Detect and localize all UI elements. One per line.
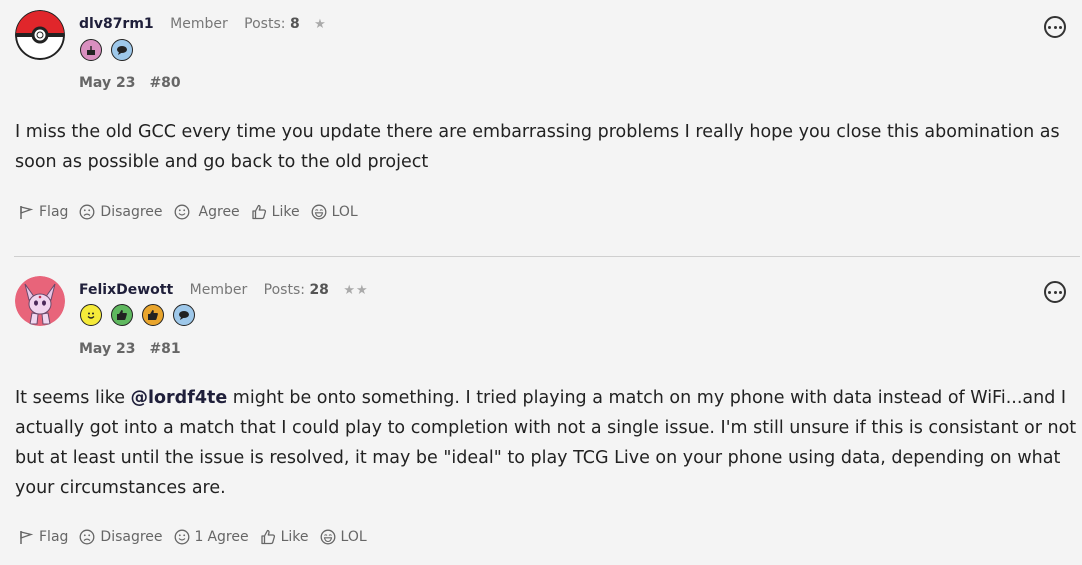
lol-label: LOL xyxy=(340,529,367,545)
user-role: Member xyxy=(189,282,248,298)
user-meta: FelixDewott Member Posts: 28 ★★ xyxy=(79,282,369,298)
badges xyxy=(80,39,133,61)
lol-label: LOL xyxy=(331,204,358,220)
badges xyxy=(80,304,195,326)
username[interactable]: dlv87rm1 xyxy=(79,16,154,32)
laugh-face-icon xyxy=(311,204,327,220)
posts-count: 8 xyxy=(289,16,300,32)
post-number[interactable]: #80 xyxy=(149,75,180,91)
posts-label: Posts: xyxy=(244,16,286,32)
smiley-badge-icon[interactable] xyxy=(80,304,102,326)
smile-face-icon xyxy=(174,529,189,545)
reaction-bar: Flag Disagree Agree Like LOL xyxy=(18,204,369,220)
thumbs-up-icon xyxy=(252,204,266,220)
speech-bubble-badge-icon[interactable] xyxy=(173,304,195,326)
disagree-label: Disagree xyxy=(100,529,163,545)
like-label: Like xyxy=(271,204,300,220)
lol-button[interactable]: LOL xyxy=(311,204,358,220)
like-label: Like xyxy=(280,529,309,545)
comment-post: dlv87rm1 Member Posts: 8 ★ May 23 #80 I m… xyxy=(0,0,1082,256)
user-mention-link[interactable]: @lordf4te xyxy=(131,388,228,408)
rank-stars: ★★ xyxy=(343,283,369,298)
smile-face-icon xyxy=(174,204,189,220)
post-date[interactable]: May 23 #80 xyxy=(79,75,195,91)
like-button[interactable]: Like xyxy=(260,529,309,545)
post-date[interactable]: May 23 #81 xyxy=(79,341,195,357)
post-number[interactable]: #81 xyxy=(149,341,180,357)
espeon-avatar-icon xyxy=(15,276,65,326)
agree-button[interactable]: Agree xyxy=(174,204,240,220)
like-badge-icon[interactable] xyxy=(142,304,164,326)
post-body: It seems like @lordf4te might be onto so… xyxy=(15,383,1077,503)
post-body-text: It seems like xyxy=(15,388,131,408)
disagree-button[interactable]: Disagree xyxy=(79,204,163,220)
frown-face-icon xyxy=(79,529,95,545)
like-button[interactable]: Like xyxy=(251,204,300,220)
flag-button[interactable]: Flag xyxy=(18,204,68,220)
agree-button[interactable]: 1 Agree xyxy=(174,529,249,545)
flag-label: Flag xyxy=(39,529,69,545)
options-menu-button[interactable] xyxy=(1044,281,1066,303)
disagree-button[interactable]: Disagree xyxy=(79,529,163,545)
frown-face-icon xyxy=(79,204,95,220)
post-body: I miss the old GCC every time you update… xyxy=(15,122,1060,172)
reaction-bar: Flag Disagree 1 Agree Like LOL xyxy=(18,529,378,545)
options-menu-button[interactable] xyxy=(1044,16,1066,38)
rank-stars: ★ xyxy=(314,17,327,32)
avatar[interactable] xyxy=(15,276,65,326)
user-meta: dlv87rm1 Member Posts: 8 ★ xyxy=(79,16,327,32)
comment-post: FelixDewott Member Posts: 28 ★★ May 23 #8… xyxy=(0,257,1082,565)
flag-icon xyxy=(20,206,34,219)
post-date-text[interactable]: May 23 xyxy=(79,341,135,357)
posts-count: 28 xyxy=(309,282,329,298)
agree-label: Agree xyxy=(198,204,240,220)
post-date-text[interactable]: May 23 xyxy=(79,75,135,91)
username[interactable]: FelixDewott xyxy=(79,282,173,298)
thumbs-up-icon xyxy=(260,529,275,545)
posts-label: Posts: xyxy=(263,282,305,298)
flag-label: Flag xyxy=(39,204,69,220)
user-role: Member xyxy=(170,16,228,32)
speech-bubble-badge-icon[interactable] xyxy=(111,39,133,61)
thumbs-up-badge-icon[interactable] xyxy=(111,304,133,326)
agree-label: Agree xyxy=(207,529,249,545)
avatar[interactable] xyxy=(15,10,65,60)
pokeball-avatar-icon xyxy=(15,10,65,60)
flag-icon xyxy=(20,531,34,544)
disagree-label: Disagree xyxy=(100,204,163,220)
cake-badge-icon[interactable] xyxy=(80,39,102,61)
lol-button[interactable]: LOL xyxy=(320,529,367,545)
flag-button[interactable]: Flag xyxy=(18,529,68,545)
laugh-face-icon xyxy=(320,529,335,545)
agree-count: 1 xyxy=(194,529,204,545)
